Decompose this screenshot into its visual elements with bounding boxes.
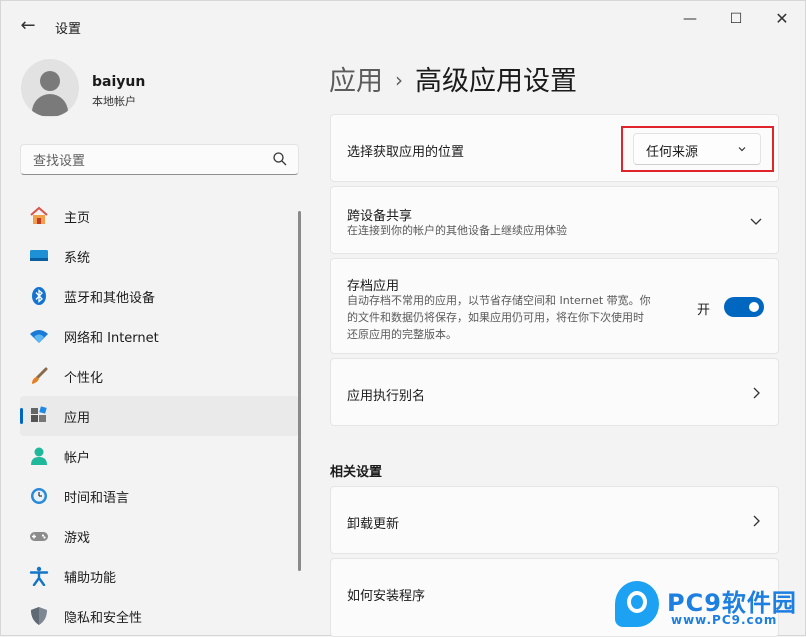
accessibility-icon — [29, 566, 49, 586]
sidebar-item-label: 帐户 — [64, 451, 91, 466]
watermark-logo: PC9软件园 www.PC9.com — [615, 581, 805, 631]
sidebar-item-network[interactable]: 网络和 Internet — [20, 316, 299, 356]
chevron-down-icon[interactable] — [748, 213, 764, 229]
breadcrumb-separator: › — [395, 68, 403, 92]
account-icon — [31, 447, 47, 465]
search-icon[interactable] — [272, 151, 288, 167]
sidebar-item-label: 隐私和安全性 — [64, 611, 143, 626]
watermark-icon — [615, 581, 659, 627]
sidebar-item-label: 主页 — [64, 211, 91, 226]
wifi-icon — [30, 330, 48, 343]
uninstall-updates-card[interactable]: 卸载更新 — [330, 486, 779, 554]
user-name: baiyun — [92, 74, 146, 90]
app-source-title: 选择获取应用的位置 — [347, 145, 465, 160]
sidebar-item-accounts[interactable]: 帐户 — [20, 436, 299, 476]
sidebar-item-time-language[interactable]: 时间和语言 — [20, 476, 299, 516]
chevron-right-icon — [753, 387, 760, 399]
sidebar-item-home[interactable]: 主页 — [20, 196, 299, 236]
uninstall-updates-title: 卸载更新 — [347, 517, 400, 532]
clock-globe-icon — [31, 488, 47, 504]
sidebar-item-label: 时间和语言 — [64, 491, 130, 506]
sidebar-item-bluetooth[interactable]: 蓝牙和其他设备 — [20, 276, 299, 316]
watermark-url: www.PC9.com — [671, 613, 778, 627]
sidebar-item-label: 网络和 Internet — [64, 331, 159, 346]
sidebar-item-label: 蓝牙和其他设备 — [64, 291, 156, 306]
brush-icon — [32, 367, 48, 384]
shield-icon — [31, 607, 47, 625]
sidebar-item-apps[interactable]: 应用 — [20, 396, 299, 436]
avatar-body — [32, 94, 68, 116]
gamepad-icon — [30, 532, 48, 541]
search-box[interactable] — [20, 144, 299, 175]
install-programs-title: 如何安装程序 — [347, 589, 426, 604]
archive-desc-line: 的文件和数据仍将保存，如果应用仍可用，将在你下次使用时 — [347, 311, 644, 324]
home-icon — [30, 206, 48, 224]
search-input[interactable] — [31, 150, 265, 172]
sidebar-item-gaming[interactable]: 游戏 — [20, 516, 299, 556]
sidebar-nav: 主页 系统 蓝牙和其他设备 网络和 Internet 个性化 应用 帐户 时间和… — [20, 196, 299, 636]
avatar-head — [40, 71, 60, 91]
settings-window: ← 设置 — ☐ ✕ baiyun 本地帐户 主页 — [0, 0, 806, 637]
apps-icon — [31, 406, 47, 422]
toggle-knob — [749, 302, 759, 312]
share-desc: 在连接到你的帐户的其他设备上继续应用体验 — [347, 224, 567, 237]
archive-desc-line: 还原应用的完整版本。 — [347, 328, 457, 341]
breadcrumb: 应用 › 高级应用设置 — [329, 59, 577, 98]
sidebar-item-label: 辅助功能 — [64, 571, 117, 586]
sidebar-item-accessibility[interactable]: 辅助功能 — [20, 556, 299, 596]
avatar[interactable] — [21, 59, 79, 117]
sidebar-item-privacy[interactable]: 隐私和安全性 — [20, 596, 299, 636]
alias-card[interactable]: 应用执行别名 — [330, 358, 779, 426]
sidebar-item-label: 系统 — [64, 251, 91, 266]
sidebar-scrollbar[interactable] — [298, 211, 301, 571]
back-arrow-icon[interactable]: ← — [15, 13, 41, 39]
close-button[interactable]: ✕ — [759, 5, 805, 33]
sidebar-item-personalization[interactable]: 个性化 — [20, 356, 299, 396]
page-title: 高级应用设置 — [415, 66, 577, 97]
chevron-right-icon — [753, 515, 760, 527]
sidebar-item-system[interactable]: 系统 — [20, 236, 299, 276]
share-card[interactable]: 跨设备共享 在连接到你的帐户的其他设备上继续应用体验 — [330, 186, 779, 254]
sidebar-item-label: 个性化 — [64, 371, 104, 386]
system-icon — [30, 250, 48, 261]
account-type: 本地帐户 — [92, 95, 136, 108]
sidebar-item-label: 游戏 — [64, 531, 91, 546]
archive-toggle[interactable] — [724, 297, 764, 317]
related-settings-heading: 相关设置 — [330, 465, 383, 480]
archive-desc: 自动存档不常用的应用，以节省存储空间和 Internet 带宽。你 的文件和数据… — [347, 292, 651, 343]
highlight-box — [621, 126, 774, 172]
maximize-button[interactable]: ☐ — [713, 5, 759, 33]
archive-card: 存档应用 自动存档不常用的应用，以节省存储空间和 Internet 带宽。你 的… — [330, 258, 779, 354]
breadcrumb-parent[interactable]: 应用 — [329, 66, 383, 97]
bluetooth-icon — [32, 287, 46, 305]
alias-title: 应用执行别名 — [347, 389, 426, 404]
archive-desc-line: 自动存档不常用的应用，以节省存储空间和 Internet 带宽。你 — [347, 294, 651, 307]
sidebar-item-label: 应用 — [64, 411, 91, 426]
title-bar: ← 设置 — ☐ ✕ — [1, 1, 806, 45]
minimize-button[interactable]: — — [667, 5, 713, 33]
toggle-state-label: 开 — [697, 303, 711, 318]
window-title: 设置 — [55, 22, 82, 37]
